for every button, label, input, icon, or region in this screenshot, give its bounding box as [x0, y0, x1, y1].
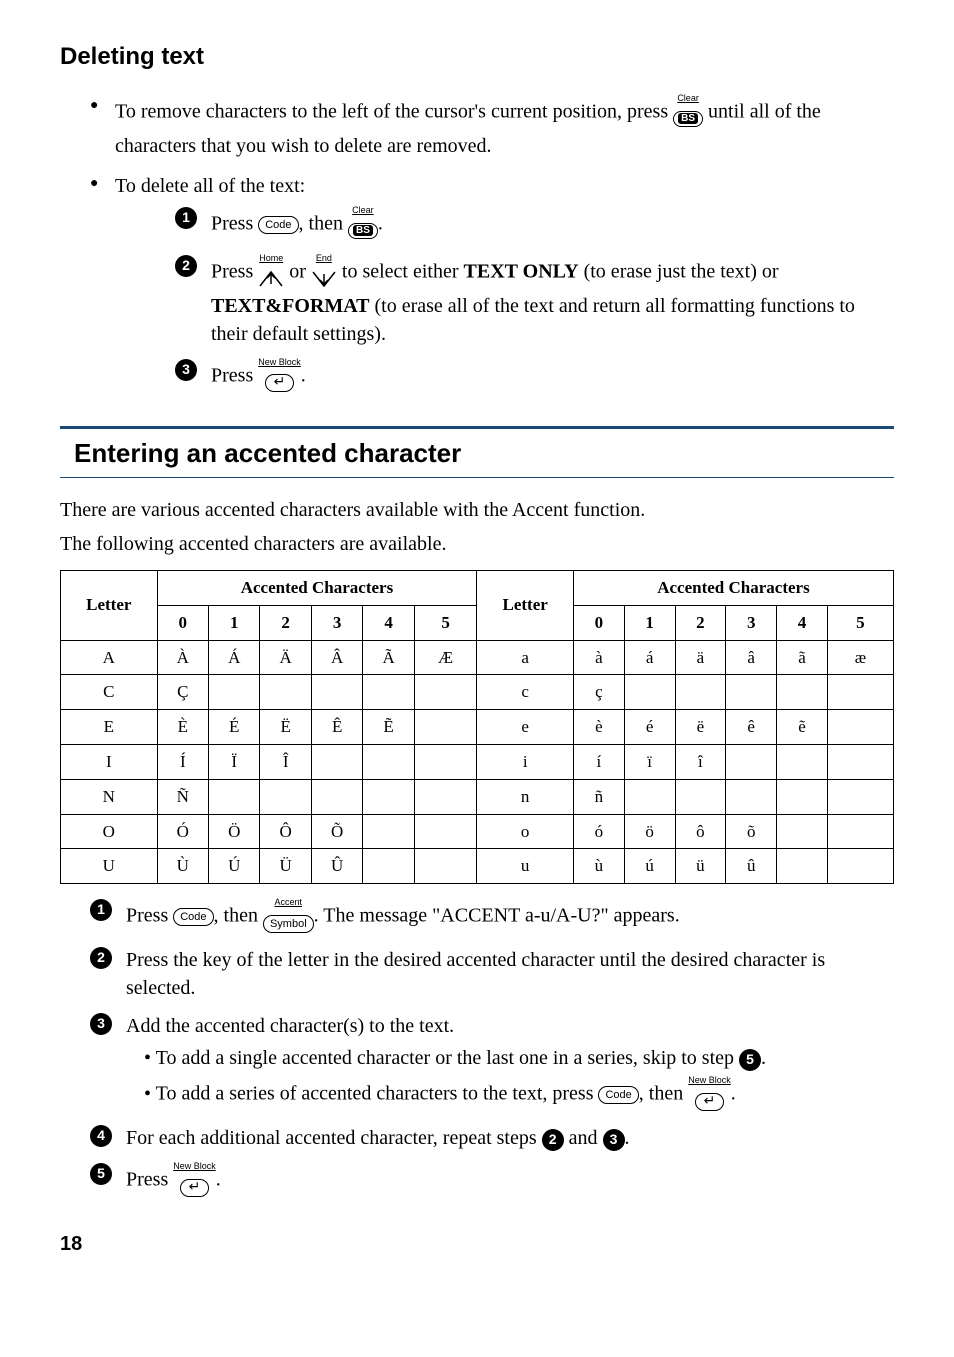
home-label: Home [258, 254, 284, 263]
text: . [625, 1127, 630, 1149]
table-row: NÑnñ [61, 779, 894, 814]
text: , then [639, 1083, 688, 1105]
table-row: EÈÉËÊẼeèéëêẽ [61, 710, 894, 745]
step-2: 2 Press Home or End to select either [175, 254, 894, 348]
text: . The message "ACCENT a-u/A-U?" appears. [314, 905, 680, 927]
newblock-label: New Block [258, 358, 301, 367]
delete-all-item: To delete all of the text: 1 Press Code,… [90, 172, 894, 396]
text-only-label: TEXT ONLY [464, 260, 579, 282]
ref-step-2: 2 [542, 1129, 564, 1151]
step-number-3: 3 [175, 359, 197, 381]
table-row: AÀÁÄÂÃÆaàáäâãæ [61, 640, 894, 675]
step-number-5: 5 [90, 1163, 112, 1185]
bs-key: BS [348, 223, 378, 239]
step-3: 3 Press New Block ↵ . [175, 358, 894, 396]
accent-label: Accent [263, 898, 314, 907]
accented-characters-table: Letter Accented Characters Letter Accent… [60, 570, 894, 884]
text: To add a series of accented characters t… [156, 1083, 599, 1105]
step-number-1: 1 [90, 899, 112, 921]
code-key: Code [598, 1086, 638, 1104]
step-4: 4 For each additional accented character… [90, 1124, 894, 1152]
text: (to erase just the text) or [584, 260, 779, 282]
ref-step-3: 3 [603, 1129, 625, 1151]
text: Add the accented character(s) to the tex… [126, 1015, 454, 1037]
sub-2: To add a series of accented characters t… [144, 1076, 894, 1114]
enter-key-icon: ↵ [265, 374, 295, 392]
text: . [731, 1083, 736, 1105]
step-number-2: 2 [175, 255, 197, 277]
th-accented-left: Accented Characters [157, 570, 477, 605]
step-1: 1 Press Code, then Clear BS . [175, 206, 894, 244]
text: to select either [342, 260, 464, 282]
step-number-1: 1 [175, 207, 197, 229]
text: or [289, 260, 311, 282]
delete-all-steps: 1 Press Code, then Clear BS . 2 Press Ho… [115, 206, 894, 396]
bs-key-with-clear: Clear BS [673, 94, 703, 132]
symbol-key: Symbol [263, 915, 314, 933]
code-key: Code [258, 216, 298, 234]
text: To remove characters to the left of the … [115, 100, 673, 122]
down-arrow-key-end: End [311, 254, 337, 292]
text: . [216, 1169, 221, 1191]
clear-label: Clear [673, 94, 703, 103]
step-5: 5 Press New Block ↵ . [90, 1162, 894, 1200]
text: Press [211, 364, 258, 386]
ref-step-5: 5 [739, 1049, 761, 1071]
th-letter-right: Letter [477, 570, 574, 640]
text: , then [299, 212, 348, 234]
accented-heading: Entering an accented character [60, 426, 894, 478]
up-arrow-icon [258, 270, 284, 288]
accented-intro-2: The following accented characters are av… [60, 530, 894, 558]
enter-key-icon: ↵ [180, 1179, 210, 1197]
table-row: OÓÖÔÕoóöôõ [61, 814, 894, 849]
step-number-2: 2 [90, 947, 112, 969]
page-number: 18 [60, 1230, 894, 1258]
table-row: CÇcç [61, 675, 894, 710]
step-2: 2 Press the key of the letter in the des… [90, 946, 894, 1002]
table-row: UÙÚÜÛuùúüû [61, 849, 894, 884]
step-1: 1 Press Code, then Accent Symbol . The m… [90, 898, 894, 936]
down-arrow-icon [311, 270, 337, 288]
bs-key-with-clear: Clear BS [348, 206, 378, 244]
deleting-bullet-list: To remove characters to the left of the … [60, 94, 894, 396]
enter-key-icon: ↵ [695, 1093, 725, 1111]
up-arrow-key-home: Home [258, 254, 284, 292]
accented-steps: 1 Press Code, then Accent Symbol . The m… [60, 898, 894, 1200]
end-label: End [311, 254, 337, 263]
text: Press [211, 260, 258, 282]
clear-label: Clear [348, 206, 378, 215]
step-3: 3 Add the accented character(s) to the t… [90, 1012, 894, 1114]
step-number-4: 4 [90, 1125, 112, 1147]
th-letter-left: Letter [61, 570, 158, 640]
enter-key-newblock: New Block ↵ [258, 358, 301, 396]
text: Press [126, 1169, 173, 1191]
text-format-label: TEXT&FORMAT [211, 295, 370, 317]
enter-key-newblock: New Block ↵ [173, 1162, 216, 1200]
text: . [378, 212, 383, 234]
text: , then [214, 905, 263, 927]
text: Press [211, 212, 258, 234]
newblock-label: New Block [173, 1162, 216, 1171]
text: Press [126, 905, 173, 927]
accented-intro-1: There are various accented characters av… [60, 496, 894, 524]
th-accented-right: Accented Characters [573, 570, 893, 605]
code-key: Code [173, 908, 213, 926]
deleting-text-heading: Deleting text [60, 40, 894, 74]
bs-key: BS [673, 111, 703, 127]
text: To delete all of the text: [115, 175, 305, 197]
sub-1: To add a single accented character or th… [144, 1044, 894, 1072]
newblock-label: New Block [688, 1076, 731, 1085]
step-number-3: 3 [90, 1013, 112, 1035]
text: For each additional accented character, … [126, 1127, 542, 1149]
remove-chars-item: To remove characters to the left of the … [90, 94, 894, 160]
step-3-subitems: To add a single accented character or th… [126, 1044, 894, 1114]
text: and [569, 1127, 603, 1149]
enter-key-newblock: New Block ↵ [688, 1076, 731, 1114]
text: Press the key of the letter in the desir… [126, 949, 825, 999]
text: . [301, 364, 306, 386]
text: To add a single accented character or th… [156, 1047, 739, 1069]
symbol-key-accent: Accent Symbol [263, 898, 314, 936]
text: . [761, 1047, 766, 1069]
table-row: IÍÏÎiíïî [61, 744, 894, 779]
